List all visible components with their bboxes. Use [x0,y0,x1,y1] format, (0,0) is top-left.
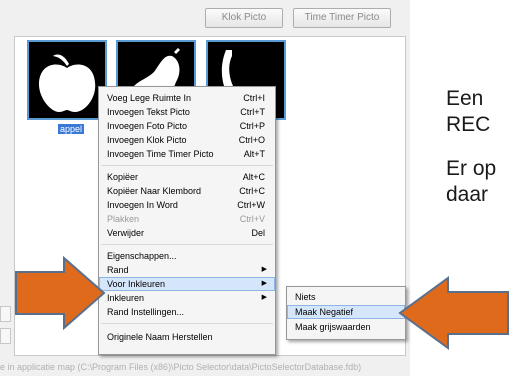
picto-label-apple[interactable]: appel [58,124,85,134]
picto-tile-apple[interactable] [27,40,107,120]
slide-text-line: Er op [446,157,497,180]
menu-item-rand-instellingen[interactable]: Rand Instellingen... [99,305,275,319]
time-timer-picto-button[interactable]: Time Timer Picto [293,8,391,28]
slide-text-line: REC [446,113,491,136]
submenu-arrow-icon: ▶ [261,280,267,287]
menu-item-invoegen-foto-picto[interactable]: Invoegen Foto Picto Ctrl+P [99,119,275,133]
context-menu: Voeg Lege Ruimte In Ctrl+I Invoegen Tekst… [98,86,276,355]
submenu-voor-inkleuren: Niets Maak Negatief Maak grijswaarden [286,286,406,340]
menu-item-rand[interactable]: Rand ▶ [99,263,275,277]
menu-separator [101,165,273,166]
menu-separator [101,323,273,324]
menu-item-inkleuren[interactable]: Inkleuren ▶ [99,291,275,305]
menu-item-kopieer-naar-klembord[interactable]: Kopiëer Naar Klembord Ctrl+C [99,184,275,198]
menu-item-invoegen-tekst-picto[interactable]: Invoegen Tekst Picto Ctrl+T [99,105,275,119]
right-pointing-arrow-icon [15,256,106,330]
submenu-item-niets[interactable]: Niets [287,290,405,304]
status-bar: e in applicatie map (C:\Program Files (x… [0,362,362,372]
left-panel-control[interactable] [0,328,11,344]
menu-item-originele-naam-herstellen[interactable]: Originele Naam Herstellen [99,330,275,344]
menu-item-voeg-lege-ruimte-in[interactable]: Voeg Lege Ruimte In Ctrl+I [99,91,275,105]
klok-picto-button[interactable]: Klok Picto [205,8,283,28]
menu-item-eigenschappen[interactable]: Eigenschappen... [99,249,275,263]
submenu-arrow-icon: ▶ [261,266,267,273]
toolbar: Klok Picto Time Timer Picto [0,0,410,36]
slide-text-line: Een [446,87,484,110]
apple-icon [38,54,96,112]
menu-item-invoegen-time-timer-picto[interactable]: Invoegen Time Timer Picto Alt+T [99,147,275,161]
menu-item-verwijder[interactable]: Verwijder Del [99,226,275,240]
submenu-arrow-icon: ▶ [261,294,267,301]
menu-item-invoegen-klok-picto[interactable]: Invoegen Klok Picto Ctrl+O [99,133,275,147]
submenu-item-maak-grijswaarden[interactable]: Maak grijswaarden [287,320,405,334]
left-pointing-arrow-icon [398,276,509,350]
menu-separator [101,244,273,245]
menu-item-kopieer[interactable]: Kopiëer Alt+C [99,170,275,184]
left-panel [0,36,14,354]
slide-text-line: daar [446,183,489,206]
submenu-item-maak-negatief[interactable]: Maak Negatief [287,305,405,319]
left-panel-control[interactable] [0,306,11,322]
menu-item-invoegen-in-word[interactable]: Invoegen In Word Ctrl+W [99,198,275,212]
menu-item-plakken[interactable]: Plakken Ctrl+V [99,212,275,226]
menu-item-voor-inkleuren[interactable]: Voor Inkleuren ▶ [99,277,275,291]
